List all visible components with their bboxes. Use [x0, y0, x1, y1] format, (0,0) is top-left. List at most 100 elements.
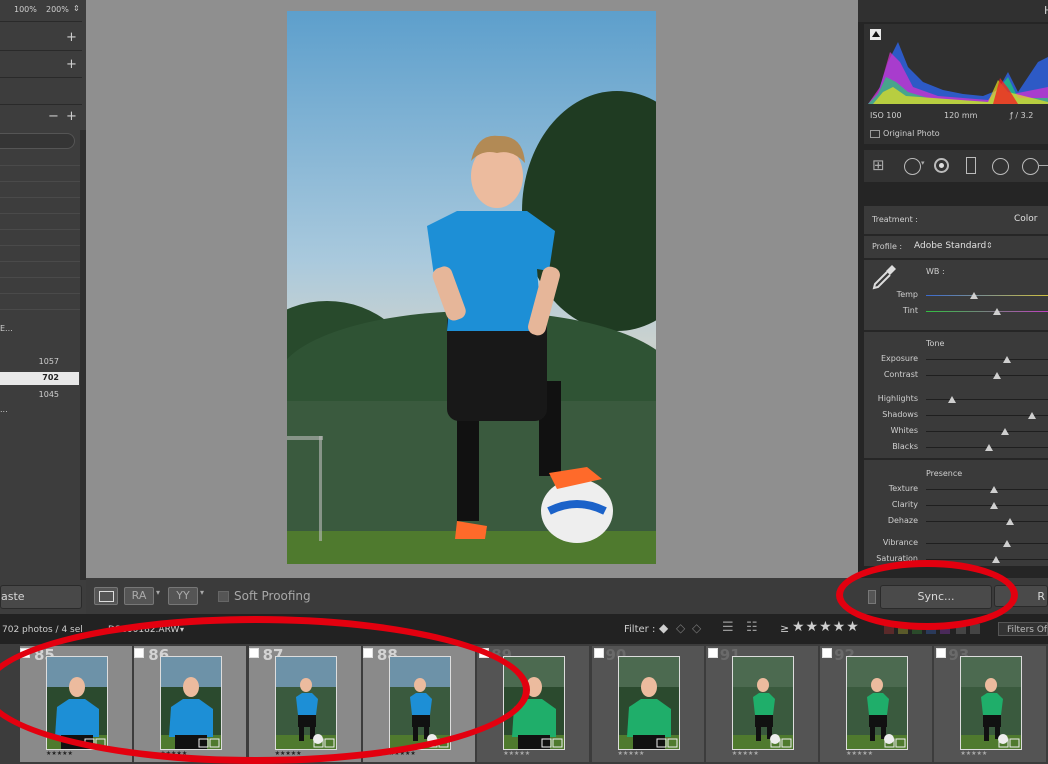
star-rating[interactable]: ★★★★★	[46, 750, 73, 757]
slider-track-clarity[interactable]	[926, 505, 1048, 506]
color-filter-red[interactable]	[884, 624, 894, 634]
thumbnail-image[interactable]	[617, 656, 680, 750]
red-eye-icon[interactable]	[934, 158, 949, 173]
list-item[interactable]	[0, 262, 80, 278]
slider-track-whites[interactable]	[926, 431, 1048, 432]
list-item[interactable]	[0, 150, 80, 166]
slider-track-vibrance[interactable]	[926, 543, 1048, 544]
star-rating[interactable]: ★★★★★	[503, 750, 530, 757]
flag-icon[interactable]	[248, 648, 259, 658]
rating-filter-stars[interactable]: ★★★★★	[792, 619, 860, 635]
flag-icon[interactable]	[362, 648, 373, 658]
flag-icon[interactable]	[822, 648, 833, 658]
soft-proofing-checkbox[interactable]	[218, 591, 229, 602]
add-icon[interactable]: +	[66, 110, 77, 123]
flag-icon[interactable]	[134, 648, 145, 658]
star-rating[interactable]: ★★★★★	[618, 750, 645, 757]
slider-track-highlights[interactable]	[926, 399, 1048, 400]
slider-track-saturation[interactable]	[926, 559, 1048, 560]
zoom-updown-icon[interactable]: ⇕	[73, 4, 80, 13]
add-icon[interactable]: +	[66, 31, 77, 44]
dropdown-arrow-icon[interactable]: ▾	[156, 588, 160, 597]
flag-icon[interactable]	[593, 648, 604, 658]
graduated-filter-icon[interactable]	[966, 157, 976, 174]
master-filter-icon[interactable]: ☷	[746, 620, 758, 635]
dropdown-arrow-icon[interactable]: ▾	[180, 625, 184, 634]
auto-sync-switch[interactable]	[868, 590, 876, 604]
dropdown-arrow-icon[interactable]: ▾	[200, 588, 204, 597]
paste-button[interactable]: aste	[0, 585, 82, 609]
slider-thumb-contrast[interactable]	[992, 372, 1001, 379]
slider-thumb-dehaze[interactable]	[1006, 518, 1015, 525]
brush-slider[interactable]	[1038, 165, 1048, 166]
flag-icon[interactable]	[479, 648, 490, 658]
star-rating[interactable]: ★★★★★	[275, 750, 302, 757]
rating-comparator[interactable]: ≥	[780, 622, 789, 635]
slider-thumb-texture[interactable]	[990, 486, 999, 493]
star-rating[interactable]: ★★★★★	[160, 750, 187, 757]
filmstrip-cell[interactable]: 92 ★★★★★	[820, 646, 933, 762]
slider-thumb-highlights[interactable]	[947, 396, 956, 403]
zoom-option-100[interactable]: 100%	[14, 5, 37, 14]
slider-thumb-saturation[interactable]	[991, 556, 1000, 563]
list-item[interactable]	[0, 246, 80, 262]
filename-text[interactable]: DSC00182.ARW	[108, 625, 179, 635]
list-item[interactable]	[0, 230, 80, 246]
thumbnail-image[interactable]	[503, 656, 566, 750]
remove-icon[interactable]: −	[48, 110, 59, 123]
slider-thumb-tint[interactable]	[992, 308, 1001, 315]
sync-button[interactable]: Sync...	[880, 585, 992, 609]
color-filter-none[interactable]	[956, 624, 966, 634]
color-filter-purple[interactable]	[940, 624, 950, 634]
slider-thumb-temp[interactable]	[969, 292, 978, 299]
list-item[interactable]	[0, 166, 80, 182]
slider-thumb-clarity[interactable]	[990, 502, 999, 509]
color-filter-blue[interactable]	[926, 624, 936, 634]
filters-off-select[interactable]: Filters Off	[998, 622, 1048, 636]
slider-track-exposure[interactable]	[926, 359, 1048, 360]
flag-icon[interactable]	[20, 648, 30, 658]
filmstrip-cell[interactable]: 88 ★★★★★	[362, 646, 475, 762]
before-after-button[interactable]: RA	[124, 587, 154, 605]
star-rating[interactable]: ★★★★★	[732, 750, 759, 757]
flag-filter-icon[interactable]: ◆	[659, 621, 668, 635]
thumbnail-image[interactable]	[960, 656, 1023, 750]
slider-thumb-blacks[interactable]	[985, 444, 994, 451]
list-item[interactable]	[0, 182, 80, 198]
flag-filter-icon[interactable]: ◇	[692, 621, 701, 635]
crop-tool-icon[interactable]: ⊞	[872, 156, 885, 174]
star-rating[interactable]: ★★★★★	[389, 750, 416, 757]
color-filter-green[interactable]	[912, 624, 922, 634]
flag-filter-icon[interactable]: ◇	[676, 621, 685, 635]
filmstrip-cell[interactable]: 86 ★★★★★	[134, 646, 247, 762]
slider-track-temp[interactable]	[926, 295, 1048, 296]
spot-removal-icon[interactable]	[904, 158, 921, 175]
profile-select[interactable]: Adobe Standard	[914, 241, 986, 251]
collection-truncated[interactable]: E...	[0, 324, 13, 333]
filmstrip-cell[interactable]: 85 ★★★★★	[20, 646, 132, 762]
flag-icon[interactable]	[936, 648, 947, 658]
list-item[interactable]	[0, 214, 80, 230]
adjustment-brush-icon[interactable]	[1022, 158, 1039, 175]
star-rating[interactable]: ★★★★★	[960, 750, 987, 757]
slider-thumb-vibrance[interactable]	[1002, 540, 1011, 547]
filmstrip-cell[interactable]: 89 ★★★★★	[477, 646, 590, 762]
star-rating[interactable]: ★★★★★	[846, 750, 873, 757]
main-photo[interactable]	[287, 11, 656, 564]
eyedropper-icon[interactable]	[872, 262, 898, 290]
treatment-color-option[interactable]: Color	[1014, 214, 1038, 224]
search-input[interactable]	[0, 133, 75, 149]
slider-thumb-exposure[interactable]	[1002, 356, 1011, 363]
reset-button[interactable]: R	[994, 585, 1048, 607]
collection-selected-row[interactable]: 702	[0, 372, 79, 385]
radial-filter-icon[interactable]	[992, 158, 1009, 175]
slider-thumb-shadows[interactable]	[1028, 412, 1037, 419]
list-item[interactable]	[0, 198, 80, 214]
loupe-view-button[interactable]	[94, 587, 118, 605]
profile-updown-icon[interactable]: ⇕	[986, 241, 993, 250]
color-filter-other[interactable]	[970, 624, 980, 634]
add-icon[interactable]: +	[66, 58, 77, 71]
filmstrip-cell[interactable]: 91 ★★★★★	[705, 646, 818, 762]
filmstrip-cell[interactable]: 87 ★★★★★	[248, 646, 361, 762]
thumbnail-image[interactable]	[846, 656, 909, 750]
